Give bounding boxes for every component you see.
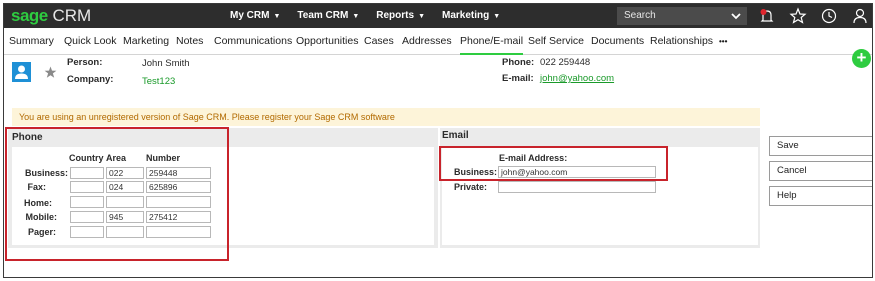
phone-label: Phone: <box>502 57 535 68</box>
person-avatar-icon <box>12 62 31 82</box>
user-icon[interactable] <box>851 7 869 25</box>
tab-cases[interactable]: Cases <box>364 28 394 55</box>
tab-relationships[interactable]: Relationships <box>650 28 713 55</box>
top-bar: sage CRM My CRM ▼ Team CRM ▼ Reports ▼ Mark… <box>4 4 872 28</box>
tab-notes[interactable]: Notes <box>176 28 203 55</box>
menu-reports[interactable]: Reports ▼ <box>376 4 425 28</box>
caret-down-icon: ▼ <box>273 13 281 20</box>
clock-icon[interactable] <box>820 7 838 25</box>
favourite-star-icon[interactable] <box>44 66 57 79</box>
app-frame: sage CRM My CRM ▼ Team CRM ▼ Reports ▼ Mark… <box>3 3 873 278</box>
caret-down-icon: ▼ <box>493 13 501 20</box>
email-section-title: Email <box>442 130 469 141</box>
caret-down-icon: ▼ <box>352 13 360 20</box>
tab-phone-email[interactable]: Phone/E-mail <box>460 28 524 55</box>
menu-marketing[interactable]: Marketing ▼ <box>442 4 500 28</box>
email-highlight-box <box>439 146 668 181</box>
tab-summary[interactable]: Summary <box>9 28 54 55</box>
phone-highlight-box <box>5 127 229 261</box>
chevron-down-icon[interactable] <box>730 10 742 22</box>
plus-icon: + <box>856 48 867 67</box>
phone-value: 022 259448 <box>540 57 591 68</box>
notification-bell-icon[interactable] <box>758 7 776 25</box>
registration-notice: You are using an unregistered version of… <box>12 108 760 126</box>
email-label: E-mail: <box>502 73 534 84</box>
tab-quick-look[interactable]: Quick Look <box>64 28 117 55</box>
menu-team-crm[interactable]: Team CRM ▼ <box>297 4 359 28</box>
row-label-email-private: Private: <box>453 182 487 192</box>
private-email-input[interactable] <box>498 181 656 193</box>
tab-marketing[interactable]: Marketing <box>123 28 169 55</box>
tab-opportunities[interactable]: Opportunities <box>296 28 358 55</box>
tab-self-service[interactable]: Self Service <box>528 28 584 55</box>
menu-my-crm[interactable]: My CRM ▼ <box>230 4 280 28</box>
person-value: John Smith <box>142 58 190 69</box>
email-link[interactable]: john@yahoo.com <box>540 73 614 84</box>
company-link[interactable]: Test123 <box>142 76 175 87</box>
person-label: Person: <box>67 57 103 68</box>
more-tabs-icon[interactable]: ••• <box>719 28 727 55</box>
logo-brand: sage <box>11 6 48 25</box>
save-button[interactable]: Save <box>769 136 872 156</box>
cancel-button[interactable]: Cancel <box>769 161 872 181</box>
logo-product: CRM <box>52 6 92 25</box>
help-button[interactable]: Help <box>769 186 872 206</box>
sage-crm-logo[interactable]: sage CRM <box>11 6 91 26</box>
search-placeholder: Search <box>624 10 656 21</box>
search-box[interactable]: Search <box>617 7 747 25</box>
star-icon[interactable] <box>789 7 807 25</box>
tab-documents[interactable]: Documents <box>591 28 644 55</box>
tab-communications[interactable]: Communications <box>214 28 292 55</box>
add-new-button[interactable]: + <box>852 49 871 68</box>
company-label: Company: <box>67 74 114 85</box>
tab-addresses[interactable]: Addresses <box>402 28 452 55</box>
top-menu: My CRM ▼ Team CRM ▼ Reports ▼ Marketing ▼ <box>230 4 517 28</box>
entity-tabs: Summary Quick Look Marketing Notes Commu… <box>4 28 872 55</box>
caret-down-icon: ▼ <box>418 13 425 20</box>
